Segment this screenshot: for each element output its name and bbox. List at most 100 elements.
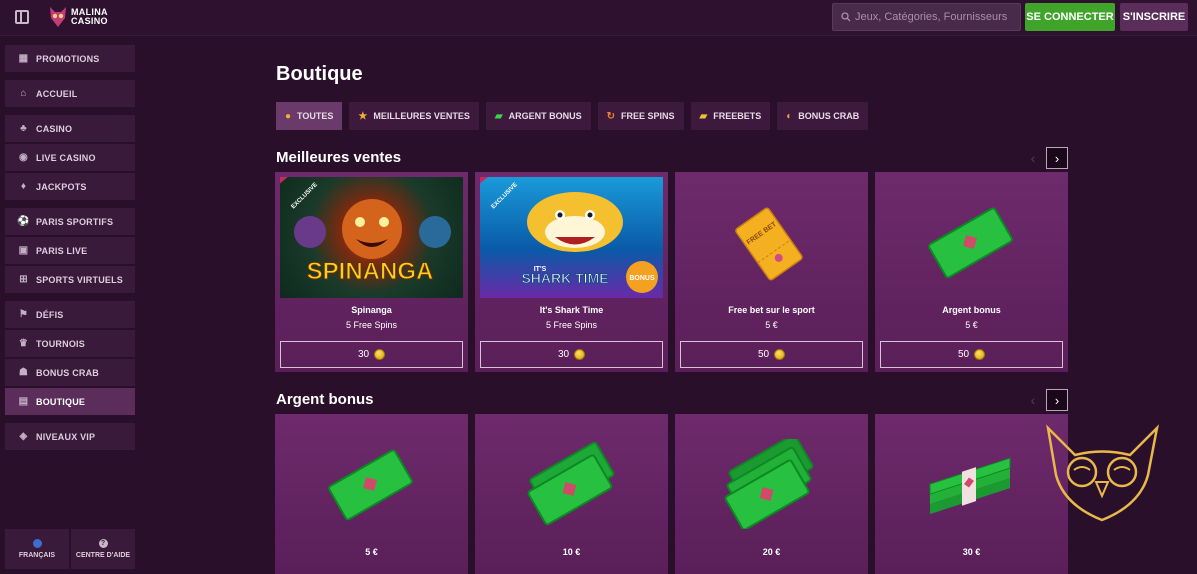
page-title: Boutique: [276, 63, 363, 85]
card-name: Argent bonus: [942, 305, 1001, 315]
sidebar-item-paris-live[interactable]: ▣ PARIS LIVE: [5, 237, 135, 264]
language-selector[interactable]: FRANÇAIS: [5, 529, 69, 569]
card-sub: 5 €: [765, 320, 778, 330]
virtual-icon: ⊞: [19, 274, 28, 285]
help-center-button[interactable]: ? CENTRE D'AIDE: [71, 529, 135, 569]
card-name: Spinanga: [351, 305, 392, 315]
tab-label: ARGENT BONUS: [508, 111, 582, 121]
price-value: 30: [557, 349, 570, 360]
live-bet-icon: ▣: [18, 245, 29, 256]
sidebar-item-bonus-crab[interactable]: ☗ BONUS CRAB: [5, 359, 135, 386]
register-button[interactable]: S'INSCRIRE: [1120, 3, 1188, 31]
sidebar-item-niveaux-vip[interactable]: ◈ NIVEAUX VIP: [5, 423, 135, 450]
card-name: Free bet sur le sport: [728, 305, 815, 315]
sidebar-item-live-casino[interactable]: ◉ LIVE CASINO: [5, 144, 135, 171]
game-logo-text: SPINANGA: [307, 258, 434, 285]
shop-card-bonus-20[interactable]: 20 €: [675, 414, 868, 574]
buy-button[interactable]: 30: [280, 341, 463, 368]
crab-icon: ☗: [18, 367, 29, 378]
shop-card-bonus-5[interactable]: 5 €: [275, 414, 468, 574]
tab-label: BONUS CRAB: [798, 111, 860, 121]
sidebar-item-accueil[interactable]: ⌂ ACCUEIL: [5, 80, 135, 107]
card-name: 30 €: [962, 547, 981, 557]
search-input[interactable]: [855, 11, 1015, 23]
sidebar-item-label: SPORTS VIRTUELS: [36, 274, 124, 285]
football-icon: ⚽: [17, 216, 30, 227]
coin-icon: [574, 349, 586, 360]
star-icon: ★: [358, 110, 368, 122]
free-bet-ticket-icon: FREE BET: [735, 207, 803, 281]
challenge-icon: ⚑: [18, 309, 29, 320]
carousel-prev-button[interactable]: ‹: [1023, 389, 1043, 411]
shop-card-argent-bonus[interactable]: Argent bonus 5 € 50: [875, 172, 1068, 372]
sidebar-item-paris-sportifs[interactable]: ⚽ PARIS SPORTIFS: [5, 208, 135, 235]
ticket-icon: ▰: [699, 110, 708, 122]
exclusive-badge: EXCLUSIVE: [491, 182, 519, 210]
shop-card-shark-time[interactable]: EXCLUSIVE IT'S SHARK TIME BONUS It's Sha…: [475, 172, 668, 372]
shop-card-spinanga[interactable]: SPINANGA EXCLUSIVE Spinanga 5 Free Spins…: [275, 172, 468, 372]
globe-icon: [32, 539, 42, 548]
buy-button[interactable]: 50: [680, 341, 863, 368]
gift-icon: ▦: [18, 53, 29, 64]
trophy-icon: ♛: [18, 338, 29, 349]
buy-button[interactable]: 30: [480, 341, 663, 368]
sidebar-item-jackpots[interactable]: ♦ JACKPOTS: [5, 173, 135, 200]
sidebar-item-sports-virtuels[interactable]: ⊞ SPORTS VIRTUELS: [5, 266, 135, 293]
sidebar-item-label: BONUS CRAB: [36, 367, 100, 378]
money-stack-icon: [929, 457, 1011, 515]
money-icon: ▰: [494, 110, 503, 122]
card-name: 20 €: [762, 547, 781, 557]
exclusive-badge: EXCLUSIVE: [291, 182, 319, 210]
sidebar-item-label: BOUTIQUE: [36, 396, 86, 407]
tab-meilleures-ventes[interactable]: ★ MEILLEURES VENTES: [349, 102, 479, 130]
money-bill-icon: [328, 449, 413, 521]
tab-bonus-crab[interactable]: ◐ BONUS CRAB: [777, 102, 869, 130]
card-sub: 5 €: [965, 320, 978, 330]
language-label: FRANÇAIS: [18, 552, 56, 559]
sidebar-item-casino[interactable]: ♣ CASINO: [5, 115, 135, 142]
sidebar-item-defis[interactable]: ⚑ DÉFIS: [5, 301, 135, 328]
carousel-next-button[interactable]: ›: [1046, 147, 1068, 169]
sidebar-item-label: LIVE CASINO: [36, 152, 96, 163]
tab-label: MEILLEURES VENTES: [373, 111, 470, 121]
spinanga-art: SPINANGA EXCLUSIVE: [280, 177, 451, 286]
sidebar-item-boutique[interactable]: ▤ BOUTIQUE: [5, 388, 135, 415]
sidebar-item-label: DÉFIS: [36, 309, 64, 320]
tab-toutes[interactable]: ● TOUTES: [276, 102, 343, 130]
shark-time-art: EXCLUSIVE IT'S SHARK TIME BONUS: [480, 177, 658, 293]
sidebar-item-label: TOURNOIS: [36, 338, 85, 349]
card-name: 10 €: [562, 547, 581, 557]
sidebar-item-label: PARIS LIVE: [36, 245, 88, 256]
money-bill-icon: [928, 207, 1013, 279]
owl-watermark-icon: [1046, 424, 1159, 522]
tab-free-spins[interactable]: ↻ FREE SPINS: [597, 102, 684, 130]
tab-label: FREEBETS: [713, 111, 762, 121]
money-bills-icon: [724, 439, 814, 529]
card-name: It's Shark Time: [539, 305, 604, 315]
search-box[interactable]: [832, 3, 1021, 31]
crab-icon: ◐: [786, 110, 793, 122]
shop-card-free-bet[interactable]: FREE BET Free bet sur le sport 5 € 50: [675, 172, 868, 372]
help-icon: ?: [98, 539, 108, 548]
logo[interactable]: MALINA CASINO: [49, 6, 108, 28]
sidebar-item-promotions[interactable]: ▦ PROMOTIONS: [5, 45, 135, 72]
help-label: CENTRE D'AIDE: [75, 552, 131, 559]
card-name: 5 €: [365, 547, 378, 557]
section-title-best-sellers: Meilleures ventes: [276, 149, 402, 166]
all-icon: ●: [285, 110, 292, 122]
coin-icon: [774, 349, 786, 360]
tab-argent-bonus[interactable]: ▰ ARGENT BONUS: [485, 102, 591, 130]
sidebar-toggle-icon[interactable]: [15, 10, 29, 24]
price-value: 50: [957, 349, 970, 360]
carousel-prev-button[interactable]: ‹: [1023, 147, 1043, 169]
home-icon: ⌂: [20, 88, 27, 99]
carousel-next-button[interactable]: ›: [1046, 389, 1068, 411]
buy-button[interactable]: 50: [880, 341, 1063, 368]
login-button[interactable]: SE CONNECTER: [1025, 3, 1115, 31]
shop-card-bonus-10[interactable]: 10 €: [475, 414, 668, 574]
tab-freebets[interactable]: ▰ FREEBETS: [690, 102, 771, 130]
tab-label: FREE SPINS: [620, 111, 675, 121]
category-tabs: ● TOUTES ★ MEILLEURES VENTES ▰ ARGENT BONUS…: [276, 102, 869, 130]
sidebar-item-tournois[interactable]: ♛ TOURNOIS: [5, 330, 135, 357]
logo-line2: CASINO: [71, 16, 108, 26]
